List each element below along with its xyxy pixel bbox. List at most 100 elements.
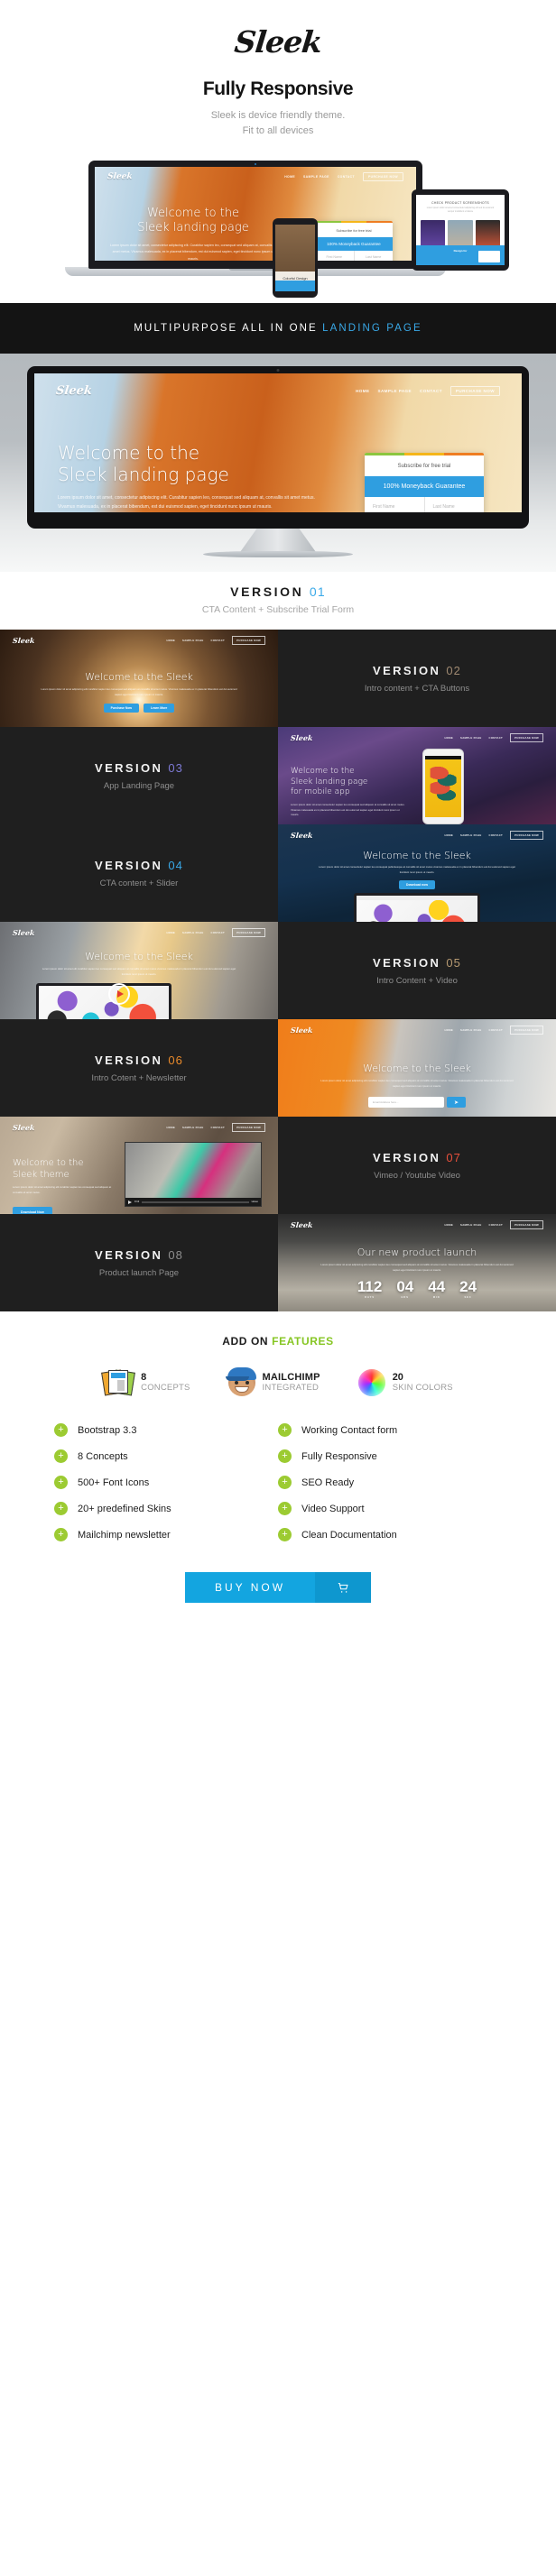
preview-nav-item-1[interactable]: SAMPLE PAGE (460, 1028, 481, 1032)
version-card[interactable]: VERSION 03 App Landing Page (0, 727, 278, 825)
feature-label-right-4: Clean Documentation (301, 1529, 397, 1541)
imac-headline-line-2: Sleek landing page (58, 464, 229, 486)
version-card[interactable]: VERSION 08 Product launch Page (0, 1214, 278, 1312)
preview-nav-item-2[interactable]: CONTACT (211, 1126, 226, 1129)
buy-now-button[interactable]: BUY NOW (185, 1572, 371, 1604)
preview-btn-primary[interactable]: Purchase Now (103, 704, 140, 713)
preview-nav-item-0[interactable]: HOME (444, 1223, 453, 1227)
preview-nav-cta[interactable]: PURCHASE NOW (232, 1123, 265, 1133)
preview-nav-cta[interactable]: PURCHASE NOW (510, 831, 543, 841)
preview-frame: Sleek HOME SAMPLE PAGE CONTACT PURCHASE NOW W… (0, 1117, 278, 1215)
preview-nav-item-2[interactable]: CONTACT (489, 736, 504, 740)
preview-frame: Sleek HOME SAMPLE PAGE CONTACT PURCHASE NOW W… (278, 824, 556, 923)
version-preview-tile[interactable]: Sleek HOME SAMPLE PAGE CONTACT PURCHASE NOW O… (278, 1214, 556, 1312)
preview-nav-item-0[interactable]: HOME (444, 833, 453, 837)
version-card[interactable]: VERSION 06 Intro Cotent + Newsletter (0, 1019, 278, 1118)
addon-heading-plain: ADD ON (222, 1335, 273, 1348)
version-preview-tile[interactable]: Sleek HOME SAMPLE PAGE CONTACT PURCHASE NOW W… (278, 727, 556, 825)
version-card[interactable]: VERSION 07 Vimeo / Youtube Video (278, 1117, 556, 1215)
preview-nav-item-1[interactable]: SAMPLE PAGE (182, 639, 203, 642)
preview-headline: Our new product launch (357, 1247, 477, 1259)
preview-nav-cta[interactable]: PURCHASE NOW (232, 636, 265, 646)
play-button-icon[interactable] (108, 983, 131, 1005)
preview-nav-item-0[interactable]: HOME (444, 1028, 453, 1032)
version-card[interactable]: VERSION 04 CTA content + Slider (0, 824, 278, 923)
version-preview-tile[interactable]: Sleek HOME SAMPLE PAGE CONTACT PURCHASE NOW W… (278, 1019, 556, 1118)
form-title: Subscribe for free trial (336, 228, 372, 234)
imac-navbar: Sleek HOME SAMPLE PAGE CONTACT PURCHASE … (34, 384, 522, 398)
preview-nav-cta[interactable]: PURCHASE NOW (232, 928, 265, 938)
feature-row: + Video Support (278, 1502, 502, 1516)
version-preview-tile[interactable]: Sleek HOME SAMPLE PAGE CONTACT PURCHASE NOW W… (0, 922, 278, 1020)
video-player[interactable]: 0:12 vimeo (125, 1142, 262, 1208)
laptop-mockup-preview (354, 893, 480, 923)
version-preview-tile[interactable]: Sleek HOME SAMPLE PAGE CONTACT PURCHASE NOW W… (0, 1117, 278, 1215)
preview-nav-item-1[interactable]: SAMPLE PAGE (182, 931, 203, 934)
preview-nav-item-2[interactable]: CONTACT (211, 639, 226, 642)
video-controls[interactable]: 0:12 vimeo (125, 1198, 261, 1207)
countdown-label-1: HRS (401, 1296, 410, 1300)
newsletter-email-input[interactable]: Email Address here... (368, 1097, 444, 1109)
countdown-label-2: MIN (432, 1296, 440, 1300)
preview-nav-item-1[interactable]: SAMPLE PAGE (460, 736, 481, 740)
preview-nav-item-1[interactable]: SAMPLE PAGE (460, 833, 481, 837)
version-01-title: VERSION 01 (0, 584, 556, 599)
first-name-field[interactable]: First Name (315, 251, 354, 261)
imac-nav-item-sample-page[interactable]: SAMPLE PAGE (377, 389, 412, 393)
preview-nav-menu: HOME SAMPLE PAGE CONTACT PURCHASE NOW (166, 1123, 265, 1133)
mockup-hero-body: Welcome to the Sleek landing page Lorem … (107, 207, 279, 261)
preview-nav-item-0[interactable]: HOME (166, 931, 175, 934)
preview-logo: Sleek (12, 1123, 36, 1133)
video-progress-bar[interactable] (142, 1201, 249, 1203)
preview-frame: Sleek HOME SAMPLE PAGE CONTACT PURCHASE NOW W… (278, 727, 556, 825)
preview-nav-item-1[interactable]: SAMPLE PAGE (460, 1223, 481, 1227)
feature-row: + Bootstrap 3.3 (54, 1423, 278, 1438)
preview-nav-item-2[interactable]: CONTACT (489, 1223, 504, 1227)
preview-headline: Welcome to the Sleek theme (13, 1158, 84, 1180)
snake-illustration (430, 764, 457, 805)
last-name-field[interactable]: Last Name (353, 251, 394, 262)
video-play-icon[interactable] (128, 1200, 132, 1204)
imac-nav-purchase-button[interactable]: PURCHASE NOW (449, 386, 500, 397)
countdown-unit-3: 24 SEC (459, 1279, 477, 1299)
imac-nav-item-home[interactable]: HOME (356, 389, 369, 393)
nav-item-contact[interactable]: CONTACT (338, 175, 355, 179)
plus-icon: + (278, 1476, 292, 1490)
version-card-label: VERSION (95, 1053, 169, 1067)
phone-screen: Colorful Design (275, 225, 315, 292)
feature-label-left-4: Mailchimp newsletter (78, 1529, 171, 1541)
countdown-value-2: 44 (428, 1278, 446, 1296)
preview-nav-item-2[interactable]: CONTACT (489, 833, 504, 837)
version-preview-tile[interactable]: Sleek HOME SAMPLE PAGE CONTACT PURCHASE NOW W… (278, 824, 556, 923)
version-preview-tile[interactable]: Sleek HOME SAMPLE PAGE CONTACT PURCHASE NOW W… (0, 630, 278, 728)
nav-item-sample-page[interactable]: SAMPLE PAGE (303, 175, 329, 179)
preview-nav-cta[interactable]: PURCHASE NOW (510, 1026, 543, 1035)
imac-last-name-field[interactable]: Last Name (423, 497, 485, 513)
phone-hero-image (275, 225, 315, 272)
preview-btn-primary[interactable]: Download Now (13, 1207, 52, 1215)
preview-nav-item-0[interactable]: HOME (166, 1126, 175, 1129)
preview-nav-cta[interactable]: PURCHASE NOW (510, 733, 543, 743)
nav-purchase-button[interactable]: PURCHASE NOW (362, 172, 403, 182)
version-card-description: CTA content + Slider (99, 878, 179, 888)
newsletter-submit-button[interactable]: ➤ (447, 1097, 466, 1109)
plus-icon: + (54, 1528, 68, 1542)
preview-nav-cta[interactable]: PURCHASE NOW (510, 1220, 543, 1230)
devices-mockup: Sleek HOME SAMPLE PAGE CONTACT PURCHASE … (0, 153, 556, 299)
preview-nav-item-2[interactable]: CONTACT (489, 1028, 504, 1032)
preview-nav-item-2[interactable]: CONTACT (211, 931, 226, 934)
version-card[interactable]: VERSION 02 Intro content + CTA Buttons (278, 630, 556, 728)
nav-item-home[interactable]: HOME (284, 175, 295, 179)
preview-nav-item-0[interactable]: HOME (166, 639, 175, 642)
preview-nav-item-1[interactable]: SAMPLE PAGE (182, 1126, 203, 1129)
imac-nav-item-contact[interactable]: CONTACT (420, 389, 442, 393)
preview-copy: Welcome to the Sleek theme Lorem ipsum dol… (13, 1158, 112, 1215)
mockup-nav-menu: HOME SAMPLE PAGE CONTACT PURCHASE NOW (284, 172, 403, 182)
preview-btn-primary[interactable]: Download now (399, 880, 435, 890)
feature-row: + Clean Documentation (278, 1528, 502, 1542)
preview-nav-item-0[interactable]: HOME (444, 736, 453, 740)
imac-first-name-field[interactable]: First Name (365, 497, 424, 512)
version-card[interactable]: VERSION 05 Intro Content + Video (278, 922, 556, 1020)
preview-btn-secondary[interactable]: Learn More (144, 704, 175, 713)
preview-paragraph: Lorem ipsum dolor sit amet adipiscing el… (41, 687, 237, 696)
